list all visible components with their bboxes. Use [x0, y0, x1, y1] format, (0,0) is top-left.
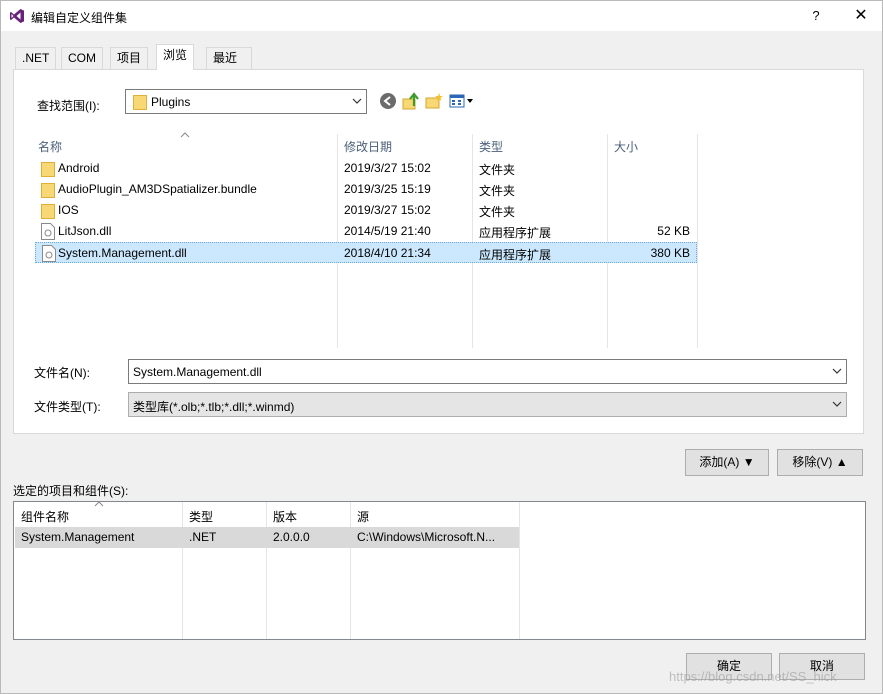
lookin-dropdown[interactable]: Plugins	[125, 89, 367, 114]
sort-ascending-icon	[94, 501, 104, 507]
file-type: 文件夹	[479, 163, 516, 177]
help-button[interactable]: ?	[798, 1, 834, 31]
file-name: System.Management.dll	[58, 246, 187, 260]
selected-components-label: 选定的项目和组件(S):	[13, 484, 129, 498]
tab-browse[interactable]: 浏览	[156, 44, 195, 70]
file-row[interactable]: Android 2019/3/27 15:02 文件夹	[35, 158, 697, 179]
filetype-label: 文件类型(T):	[34, 400, 101, 414]
column-divider	[182, 502, 183, 639]
dll-file-icon	[42, 245, 56, 262]
tab-label: 最近	[213, 51, 238, 65]
folder-icon	[41, 183, 55, 198]
tab-recent[interactable]: 最近	[206, 47, 252, 69]
selected-component-row[interactable]: System.Management .NET 2.0.0.0 C:\Window…	[15, 527, 519, 548]
file-name: IOS	[58, 203, 79, 217]
title-bar: 编辑自定义组件集 ? ✕	[1, 1, 882, 31]
close-button[interactable]: ✕	[842, 1, 880, 31]
file-size: 380 KB	[650, 246, 690, 260]
file-type: 应用程序扩展	[479, 226, 552, 240]
folder-icon	[41, 204, 55, 219]
file-date: 2014/5/19 21:40	[344, 224, 431, 238]
chevron-down-icon	[352, 98, 362, 104]
tab-com[interactable]: COM	[61, 47, 103, 69]
column-divider	[350, 502, 351, 639]
file-row-selected[interactable]: System.Management.dll 2018/4/10 21:34 应用…	[35, 242, 697, 263]
tab-label: .NET	[22, 51, 50, 65]
lookin-label: 查找范围(I):	[37, 99, 100, 113]
component-version: 2.0.0.0	[273, 530, 310, 544]
file-row[interactable]: IOS 2019/3/27 15:02 文件夹	[35, 200, 697, 221]
file-name: LitJson.dll	[58, 224, 112, 238]
filename-input[interactable]: System.Management.dll	[128, 359, 847, 384]
filename-label: 文件名(N):	[34, 366, 90, 380]
file-date: 2019/3/27 15:02	[344, 203, 431, 217]
file-type: 文件夹	[479, 205, 516, 219]
file-type: 文件夹	[479, 184, 516, 198]
file-type: 应用程序扩展	[479, 248, 552, 262]
folder-icon	[41, 162, 55, 177]
file-size: 52 KB	[657, 224, 690, 238]
watermark: https://blog.csdn.net/SS_hick	[669, 669, 837, 684]
column-header-date[interactable]: 修改日期	[344, 138, 392, 155]
view-menu-icon[interactable]	[449, 92, 477, 110]
column-header-component[interactable]: 组件名称	[21, 508, 69, 525]
selected-components-list[interactable]	[13, 501, 866, 640]
column-header-type[interactable]: 类型	[479, 138, 503, 155]
up-folder-icon[interactable]	[402, 92, 420, 110]
file-date: 2019/3/25 15:19	[344, 182, 431, 196]
column-header-size[interactable]: 大小	[614, 138, 638, 155]
component-type: .NET	[189, 530, 217, 544]
folder-icon	[133, 95, 147, 110]
tab-projects[interactable]: 项目	[110, 47, 149, 69]
window-title: 编辑自定义组件集	[31, 11, 128, 25]
filename-value: System.Management.dll	[133, 365, 262, 379]
filetype-dropdown[interactable]: 类型库(*.olb;*.tlb;*.dll;*.winmd)	[128, 392, 847, 417]
tab-label: 浏览	[163, 48, 188, 62]
tab-label: 项目	[117, 51, 142, 65]
dll-file-icon	[41, 223, 55, 240]
column-divider	[266, 502, 267, 639]
column-header-type[interactable]: 类型	[189, 508, 213, 525]
tab-label: COM	[68, 51, 96, 65]
chevron-down-icon	[832, 401, 842, 407]
back-icon[interactable]	[379, 92, 397, 110]
remove-button[interactable]: 移除(V) ▲	[777, 449, 863, 476]
lookin-value: Plugins	[151, 95, 191, 109]
component-source: C:\Windows\Microsoft.N...	[357, 530, 496, 544]
file-row[interactable]: AudioPlugin_AM3DSpatializer.bundle 2019/…	[35, 179, 697, 200]
column-header-source[interactable]: 源	[357, 508, 369, 525]
dialog-window: 编辑自定义组件集 ? ✕ .NET COM 项目 浏览 最近 查找范围(I): …	[0, 0, 883, 694]
file-date: 2019/3/27 15:02	[344, 161, 431, 175]
column-header-name[interactable]: 名称	[38, 138, 62, 155]
file-name: Android	[58, 161, 100, 175]
add-button[interactable]: 添加(A) ▼	[685, 449, 769, 476]
new-folder-icon[interactable]	[425, 92, 443, 110]
column-header-version[interactable]: 版本	[273, 508, 297, 525]
component-name: System.Management	[21, 530, 135, 544]
chevron-down-icon[interactable]	[832, 366, 842, 376]
file-date: 2018/4/10 21:34	[344, 246, 431, 260]
column-divider	[519, 502, 520, 639]
visual-studio-icon	[10, 9, 24, 23]
file-name: AudioPlugin_AM3DSpatializer.bundle	[58, 182, 257, 196]
file-row[interactable]: LitJson.dll 2014/5/19 21:40 应用程序扩展 52 KB	[35, 221, 697, 242]
filetype-value: 类型库(*.olb;*.tlb;*.dll;*.winmd)	[133, 400, 295, 414]
sort-ascending-icon	[180, 132, 190, 138]
column-divider	[697, 134, 698, 348]
tab-dotnet[interactable]: .NET	[15, 47, 57, 69]
